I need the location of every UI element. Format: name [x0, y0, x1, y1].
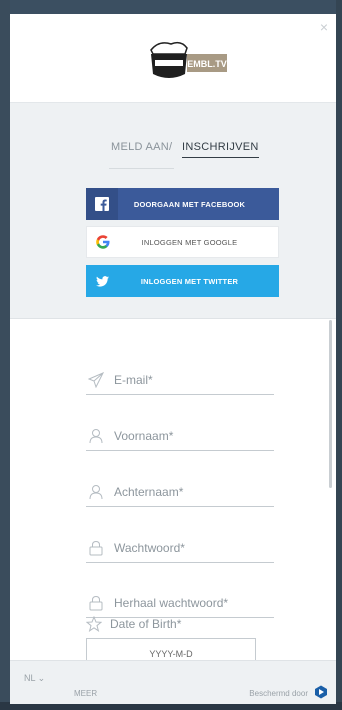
close-icon[interactable]: ×	[320, 20, 328, 34]
email-field[interactable]: E-mail*	[86, 365, 274, 395]
password-repeat-field[interactable]: Herhaal wachtwoord*	[86, 588, 274, 618]
signup-form: E-mail* Voornaam* Achternaam* Wachtwoord…	[10, 320, 336, 666]
facebook-icon	[86, 188, 118, 220]
dob-row: Date of Birth*	[86, 616, 181, 632]
google-button-label: INLOGGEN MET GOOGLE	[141, 237, 238, 247]
user-icon	[86, 482, 106, 502]
tab-signup[interactable]: INSCHRIJVEN	[182, 141, 259, 158]
modal-header: × EMBL.TV	[10, 14, 336, 103]
dob-label: Date of Birth*	[110, 617, 182, 631]
google-icon	[87, 226, 119, 258]
lock-icon	[86, 538, 106, 558]
lastname-field[interactable]: Achternaam*	[86, 477, 274, 507]
twitter-icon	[86, 265, 118, 297]
embl-logo: EMBL.TV	[150, 41, 227, 78]
language-select[interactable]: NL ⌄	[24, 673, 45, 684]
password-field[interactable]: Wachtwoord*	[86, 533, 274, 563]
tab-login[interactable]: MELD AAN	[111, 141, 169, 153]
logo-text: EMBL.TV	[187, 59, 227, 69]
lastname-label: Achternaam*	[114, 484, 184, 499]
paper-plane-icon	[86, 370, 106, 390]
form-scrollbar[interactable]	[329, 320, 332, 488]
password-repeat-label: Herhaal wachtwoord*	[114, 595, 229, 610]
signup-modal: × EMBL.TV MELD AAN / INSCHRIJVEN DOORGAA…	[10, 14, 336, 704]
background-page-left	[0, 0, 10, 710]
email-label: E-mail*	[114, 372, 153, 387]
firstname-label: Voornaam*	[114, 428, 174, 443]
tab-login-underline	[109, 168, 174, 169]
facebook-button[interactable]: DOORGAAN MET FACEBOOK	[86, 188, 279, 220]
shield-logo-icon[interactable]	[314, 685, 328, 699]
firstname-field[interactable]: Voornaam*	[86, 421, 274, 451]
twitter-button[interactable]: INLOGGEN MET TWITTER	[86, 265, 279, 297]
protected-by-text: Beschermd door	[249, 689, 308, 698]
google-button[interactable]: INLOGGEN MET GOOGLE	[86, 226, 279, 258]
twitter-button-label: INLOGGEN MET TWITTER	[140, 276, 239, 286]
facebook-button-label: DOORGAAN MET FACEBOOK	[133, 199, 246, 209]
modal-footer: NL ⌄ MEER Beschermd door	[10, 660, 336, 704]
star-icon	[86, 616, 102, 632]
background-page-right	[336, 0, 342, 710]
user-icon	[86, 426, 106, 446]
password-label: Wachtwoord*	[114, 540, 185, 555]
lock-icon	[86, 593, 106, 613]
background-page-top	[0, 0, 342, 14]
tab-separator: /	[169, 141, 173, 153]
more-link[interactable]: MEER	[74, 689, 97, 698]
